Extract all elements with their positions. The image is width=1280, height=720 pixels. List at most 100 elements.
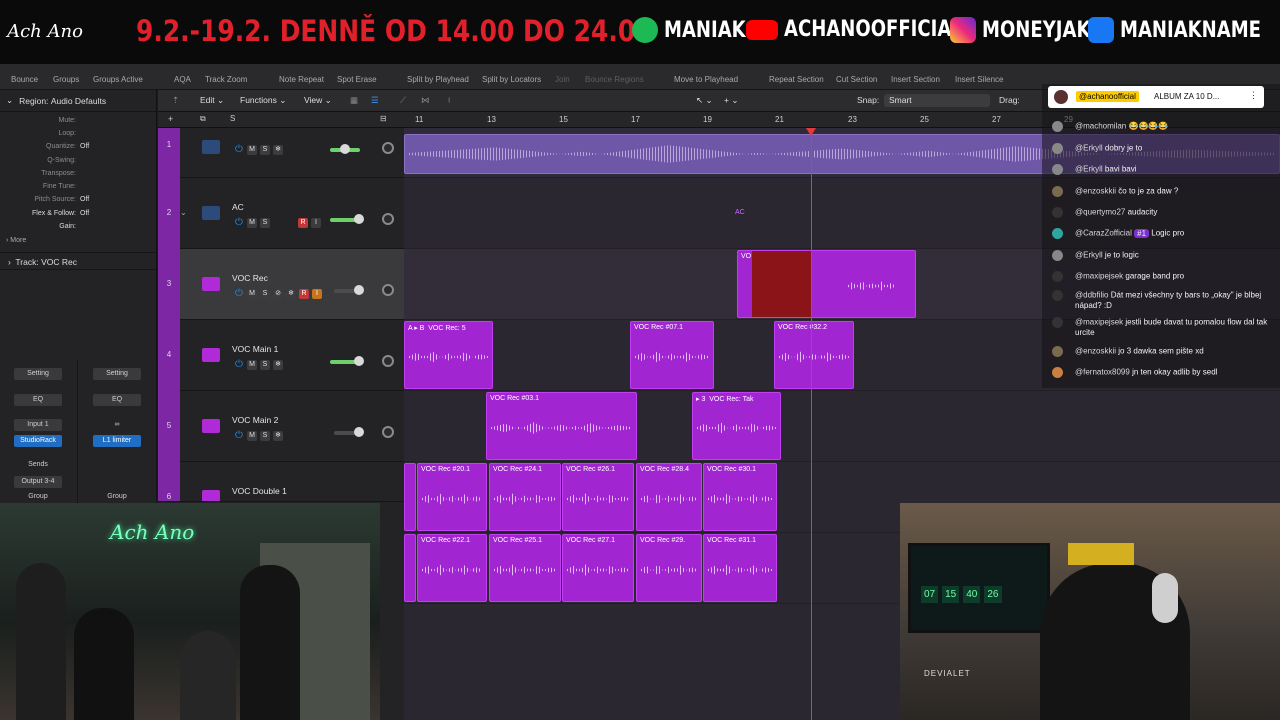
setting-button[interactable]: Setting [14, 368, 62, 380]
track-name[interactable]: AC [232, 202, 244, 212]
toolbar-bounce[interactable]: Bounce [11, 75, 38, 84]
track-row-6[interactable]: 6 VOC Double 1 [158, 462, 404, 502]
s-button[interactable]: S [230, 114, 235, 123]
region-inspector-header[interactable]: ⌄ Region: Audio Defaults [0, 90, 156, 112]
solo-button[interactable]: S [260, 145, 270, 155]
pan-knob[interactable] [382, 213, 394, 225]
link-icon[interactable]: ∞ [93, 419, 141, 431]
mute-button[interactable]: M [247, 218, 257, 228]
solo-button[interactable]: S [260, 360, 270, 370]
up-arrow-icon[interactable]: ⇡ [172, 95, 179, 106]
track-name[interactable]: VOC Double 1 [232, 486, 287, 496]
eq-button[interactable]: EQ [93, 394, 141, 406]
toolbar-insert-silence[interactable]: Insert Silence [955, 75, 1003, 84]
mute-button[interactable]: M [247, 289, 257, 299]
snap-select[interactable]: Smart [884, 94, 990, 107]
param-quantize-value[interactable]: Off [80, 143, 89, 150]
toolbar-join[interactable]: Join [555, 75, 570, 84]
fader-knob[interactable] [354, 214, 364, 224]
toolbar-move-to-playhead[interactable]: Move to Playhead [674, 75, 738, 84]
toolbar-track-zoom[interactable]: Track Zoom [205, 75, 247, 84]
playhead-marker-icon[interactable] [806, 128, 816, 136]
fader-knob[interactable] [340, 144, 350, 154]
pan-knob[interactable] [382, 142, 394, 154]
flex-icon[interactable]: ⋈ [421, 95, 430, 106]
solo-button[interactable]: S [260, 431, 270, 441]
playhead[interactable] [811, 128, 812, 720]
toolbar-spot-erase[interactable]: Spot Erase [337, 75, 377, 84]
param-pitchsource-value[interactable]: Off [80, 196, 89, 203]
track-row-1[interactable]: 1 ⏻ M S ❄ [158, 128, 404, 178]
input-icon[interactable]: ⊘ [273, 289, 283, 299]
power-icon[interactable]: ⏻ [234, 145, 244, 155]
global-tracks-icon[interactable]: ⊟ [380, 114, 387, 123]
track-row-3[interactable]: 3 VOC Rec ⏻ M S ⊘ ❄ R I [158, 249, 404, 320]
input-button[interactable]: Input 1 [14, 419, 62, 431]
pan-knob[interactable] [382, 355, 394, 367]
track-name[interactable]: VOC Main 2 [232, 415, 278, 425]
power-icon[interactable]: ⏻ [234, 218, 244, 228]
track-inspector-header[interactable]: › Track: VOC Rec [0, 252, 156, 270]
track-row-2[interactable]: 2 ⌄ AC ⏻ M S R I [158, 178, 404, 249]
functions-menu[interactable]: Functions ⌄ [240, 95, 286, 106]
audio-region[interactable] [404, 534, 416, 602]
toolbar-note-repeat[interactable]: Note Repeat [279, 75, 324, 84]
input-monitor-button[interactable]: I [312, 289, 322, 299]
solo-button[interactable]: S [260, 289, 270, 299]
automation-icon[interactable]: ⟋ [400, 95, 406, 106]
solo-button[interactable]: S [260, 218, 270, 228]
audio-region[interactable]: A ▸ B VOC Rec: 5 [404, 321, 493, 389]
audio-region[interactable]: VOC Rec #26.1 [562, 463, 634, 531]
pinned-message[interactable]: @achanoofficial ALBUM ZA 10 D... ⋮ [1048, 86, 1264, 108]
catch-icon[interactable]: ⍿ [448, 95, 450, 106]
audio-region[interactable]: ▸ 3 VOC Rec: Tak [692, 392, 781, 460]
audio-region[interactable]: VOC Rec #24.1 [489, 463, 561, 531]
freeze-icon[interactable]: ❄ [273, 360, 283, 370]
audio-region[interactable]: VOC Rec #25.1 [489, 534, 561, 602]
audio-region[interactable]: VOC Rec #20.1 [417, 463, 487, 531]
pan-knob[interactable] [382, 426, 394, 438]
record-enable-button[interactable]: R [299, 289, 309, 299]
toolbar-cut-section[interactable]: Cut Section [836, 75, 877, 84]
setting-button[interactable]: Setting [93, 368, 141, 380]
fader-knob[interactable] [354, 285, 364, 295]
freeze-icon[interactable]: ❄ [273, 431, 283, 441]
pan-knob[interactable] [382, 284, 394, 296]
more-toggle[interactable]: › More [6, 237, 26, 244]
toolbar-split-playhead[interactable]: Split by Playhead [407, 75, 469, 84]
audio-region[interactable] [404, 463, 416, 531]
l1-limiter-plugin[interactable]: L1 limiter [93, 435, 141, 447]
chevron-down-icon[interactable]: ⌄ [180, 208, 187, 217]
audio-region[interactable]: VOC Rec #03.1 [486, 392, 637, 460]
audio-region[interactable]: VOC Rec #30.1 [703, 463, 777, 531]
eq-button[interactable]: EQ [14, 394, 62, 406]
track-row-4[interactable]: 4 VOC Main 1 ⏻ M S ❄ [158, 320, 404, 391]
voc-rec-region[interactable]: VO [737, 250, 916, 318]
pointer-tool[interactable]: ↖ ⌄ [696, 95, 713, 106]
power-icon[interactable]: ⏻ [234, 431, 244, 441]
fader-knob[interactable] [354, 427, 364, 437]
track-name[interactable]: VOC Rec [232, 273, 268, 283]
more-icon[interactable]: ⋮ [1249, 90, 1258, 101]
record-enable-button[interactable]: R [298, 218, 308, 228]
group-button[interactable]: Group [93, 491, 141, 503]
toolbar-split-locators[interactable]: Split by Locators [482, 75, 541, 84]
pencil-tool[interactable]: + ⌄ [724, 95, 738, 106]
power-icon[interactable]: ⏻ [234, 289, 244, 299]
toolbar-groups-active[interactable]: Groups Active [93, 75, 143, 84]
audio-region[interactable]: VOC Rec #07.1 [630, 321, 714, 389]
freeze-icon[interactable]: ❄ [273, 145, 283, 155]
view-menu[interactable]: View ⌄ [304, 95, 332, 106]
mute-button[interactable]: M [247, 431, 257, 441]
edit-menu[interactable]: Edit ⌄ [200, 95, 224, 106]
grid-icon[interactable]: ▦ [350, 95, 358, 106]
output-button[interactable]: Output 3-4 [14, 476, 62, 488]
fader-knob[interactable] [354, 356, 364, 366]
toolbar-bounce-regions[interactable]: Bounce Regions [585, 75, 644, 84]
mute-button[interactable]: M [247, 360, 257, 370]
toolbar-groups[interactable]: Groups [53, 75, 79, 84]
toolbar-repeat-section[interactable]: Repeat Section [769, 75, 824, 84]
audio-region[interactable]: VOC Rec #32.2 [774, 321, 854, 389]
audio-region[interactable]: VOC Rec #28.4 [636, 463, 702, 531]
group-button[interactable]: Group [14, 491, 62, 503]
